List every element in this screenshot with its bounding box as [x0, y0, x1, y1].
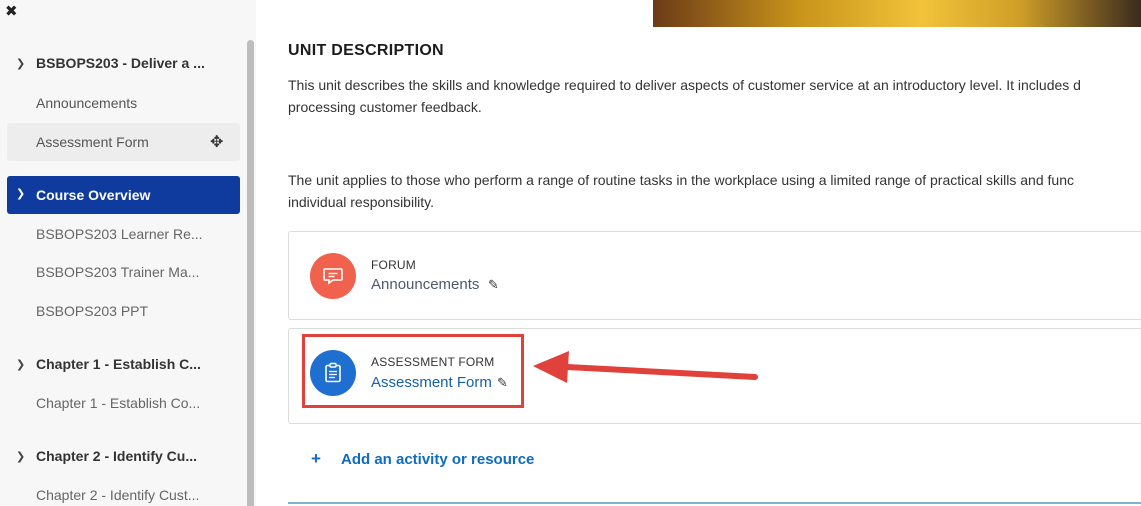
chevron-down-icon[interactable]: ❯ [16, 358, 26, 371]
sidebar-item-assessment-form[interactable]: Assessment Form ✥ [7, 123, 240, 161]
section-title: Chapter 1 - Establish C... [36, 356, 201, 372]
sidebar-item-learner-resource[interactable]: BSBOPS203 Learner Re... [36, 226, 203, 242]
sidebar-item-ppt[interactable]: BSBOPS203 PPT [36, 303, 148, 319]
chevron-down-icon[interactable]: ❯ [16, 187, 25, 200]
forum-icon[interactable] [310, 253, 356, 299]
description-line: The unit applies to those who perform a … [288, 172, 1074, 188]
add-activity-button[interactable]: + Add an activity or resource [311, 449, 534, 469]
annotation-arrow-icon [533, 351, 758, 383]
add-activity-label: Add an activity or resource [341, 451, 535, 468]
main-content: UNIT DESCRIPTION This unit describes the… [256, 0, 1141, 506]
section-header-course-overview[interactable]: ❯ Course Overview [7, 176, 240, 214]
section-title: Course Overview [36, 187, 151, 203]
move-icon[interactable]: ✥ [210, 132, 223, 152]
sidebar-item-trainer-manual[interactable]: BSBOPS203 Trainer Ma... [36, 264, 199, 280]
sidebar-scrollbar[interactable] [247, 40, 254, 506]
sidebar-item-label: Assessment Form [36, 134, 149, 150]
section-title: Chapter 2 - Identify Cu... [36, 448, 198, 464]
section-header-chapter-1[interactable]: ❯ Chapter 1 - Establish C... [16, 356, 201, 372]
activity-card-forum: FORUM Announcements ✎ [288, 231, 1141, 320]
course-banner-image [653, 0, 1141, 27]
description-line: individual responsibility. [288, 194, 435, 210]
description-line: This unit describes the skills and knowl… [288, 77, 1081, 93]
section-header-chapter-2[interactable]: ❯ Chapter 2 - Identify Cu... [16, 448, 197, 464]
chevron-down-icon[interactable]: ❯ [16, 450, 26, 463]
close-icon[interactable]: ✖ [5, 3, 18, 21]
activity-name-link[interactable]: Announcements [371, 276, 479, 293]
section-header-bsbops203[interactable]: ❯ BSBOPS203 - Deliver a ... [16, 55, 205, 71]
description-line: processing customer feedback. [288, 99, 482, 115]
annotation-highlight-box [302, 334, 524, 408]
edit-pencil-icon[interactable]: ✎ [488, 277, 499, 293]
activity-type-label: FORUM [371, 258, 416, 272]
page-section-heading: UNIT DESCRIPTION [288, 42, 444, 59]
section-divider [288, 502, 1141, 504]
sidebar-item-announcements[interactable]: Announcements [36, 95, 137, 111]
section-title: BSBOPS203 - Deliver a ... [36, 55, 205, 71]
app-window: ✖ ❯ BSBOPS203 - Deliver a ... Announceme… [0, 0, 1141, 506]
sidebar-item-chapter-2[interactable]: Chapter 2 - Identify Cust... [36, 487, 199, 503]
course-index-drawer: ✖ ❯ BSBOPS203 - Deliver a ... Announceme… [0, 0, 256, 506]
chevron-down-icon[interactable]: ❯ [16, 57, 26, 70]
plus-icon: + [311, 449, 321, 468]
sidebar-item-chapter-1[interactable]: Chapter 1 - Establish Co... [36, 395, 200, 411]
